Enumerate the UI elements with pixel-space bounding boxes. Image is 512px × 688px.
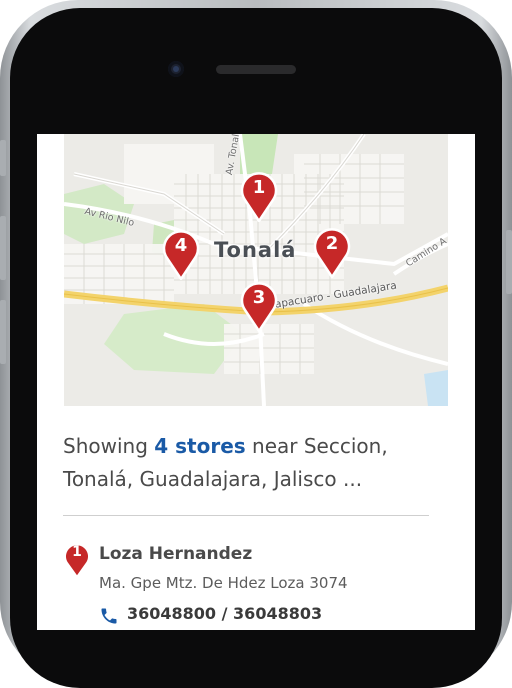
earpiece-speaker [216,65,296,74]
volume-up-button [0,216,6,280]
store-address: Ma. Gpe Mtz. De Hdez Loza 3074 [99,574,348,592]
phone-icon [101,608,117,624]
store-name[interactable]: Loza Hernandez [99,544,252,564]
phone-screen: Av. Tonaltecas Av Rio Nilo Zimapacuaro -… [37,134,475,630]
store-pin: 1 [63,542,91,578]
map-pin-4[interactable]: 4 [161,228,201,280]
store-phone[interactable]: 36048800 / 36048803 [127,604,322,623]
map-pin-number: 1 [252,177,266,198]
divider [63,515,429,516]
water-area [424,370,448,406]
store-map[interactable]: Av. Tonaltecas Av Rio Nilo Zimapacuaro -… [64,134,448,406]
volume-down-button [0,300,6,364]
power-button [506,230,512,294]
map-pin-2[interactable]: 2 [312,226,352,278]
mute-switch [0,140,6,176]
results-count-link[interactable]: 4 stores [154,434,245,458]
town-label: Tonalá [214,238,297,262]
results-summary: Showing 4 stores near Seccion, Tonalá, G… [63,430,433,496]
map-pin-number: 3 [252,287,266,308]
store-pin-number: 1 [72,544,82,560]
map-pin-3[interactable]: 3 [239,280,279,332]
map-pin-1[interactable]: 1 [239,170,279,222]
map-pin-number: 2 [325,233,339,254]
front-camera-icon [168,61,184,77]
phone-mockup: Av. Tonaltecas Av Rio Nilo Zimapacuaro -… [0,0,512,688]
results-prefix: Showing [63,434,148,458]
map-pin-number: 4 [174,235,188,256]
